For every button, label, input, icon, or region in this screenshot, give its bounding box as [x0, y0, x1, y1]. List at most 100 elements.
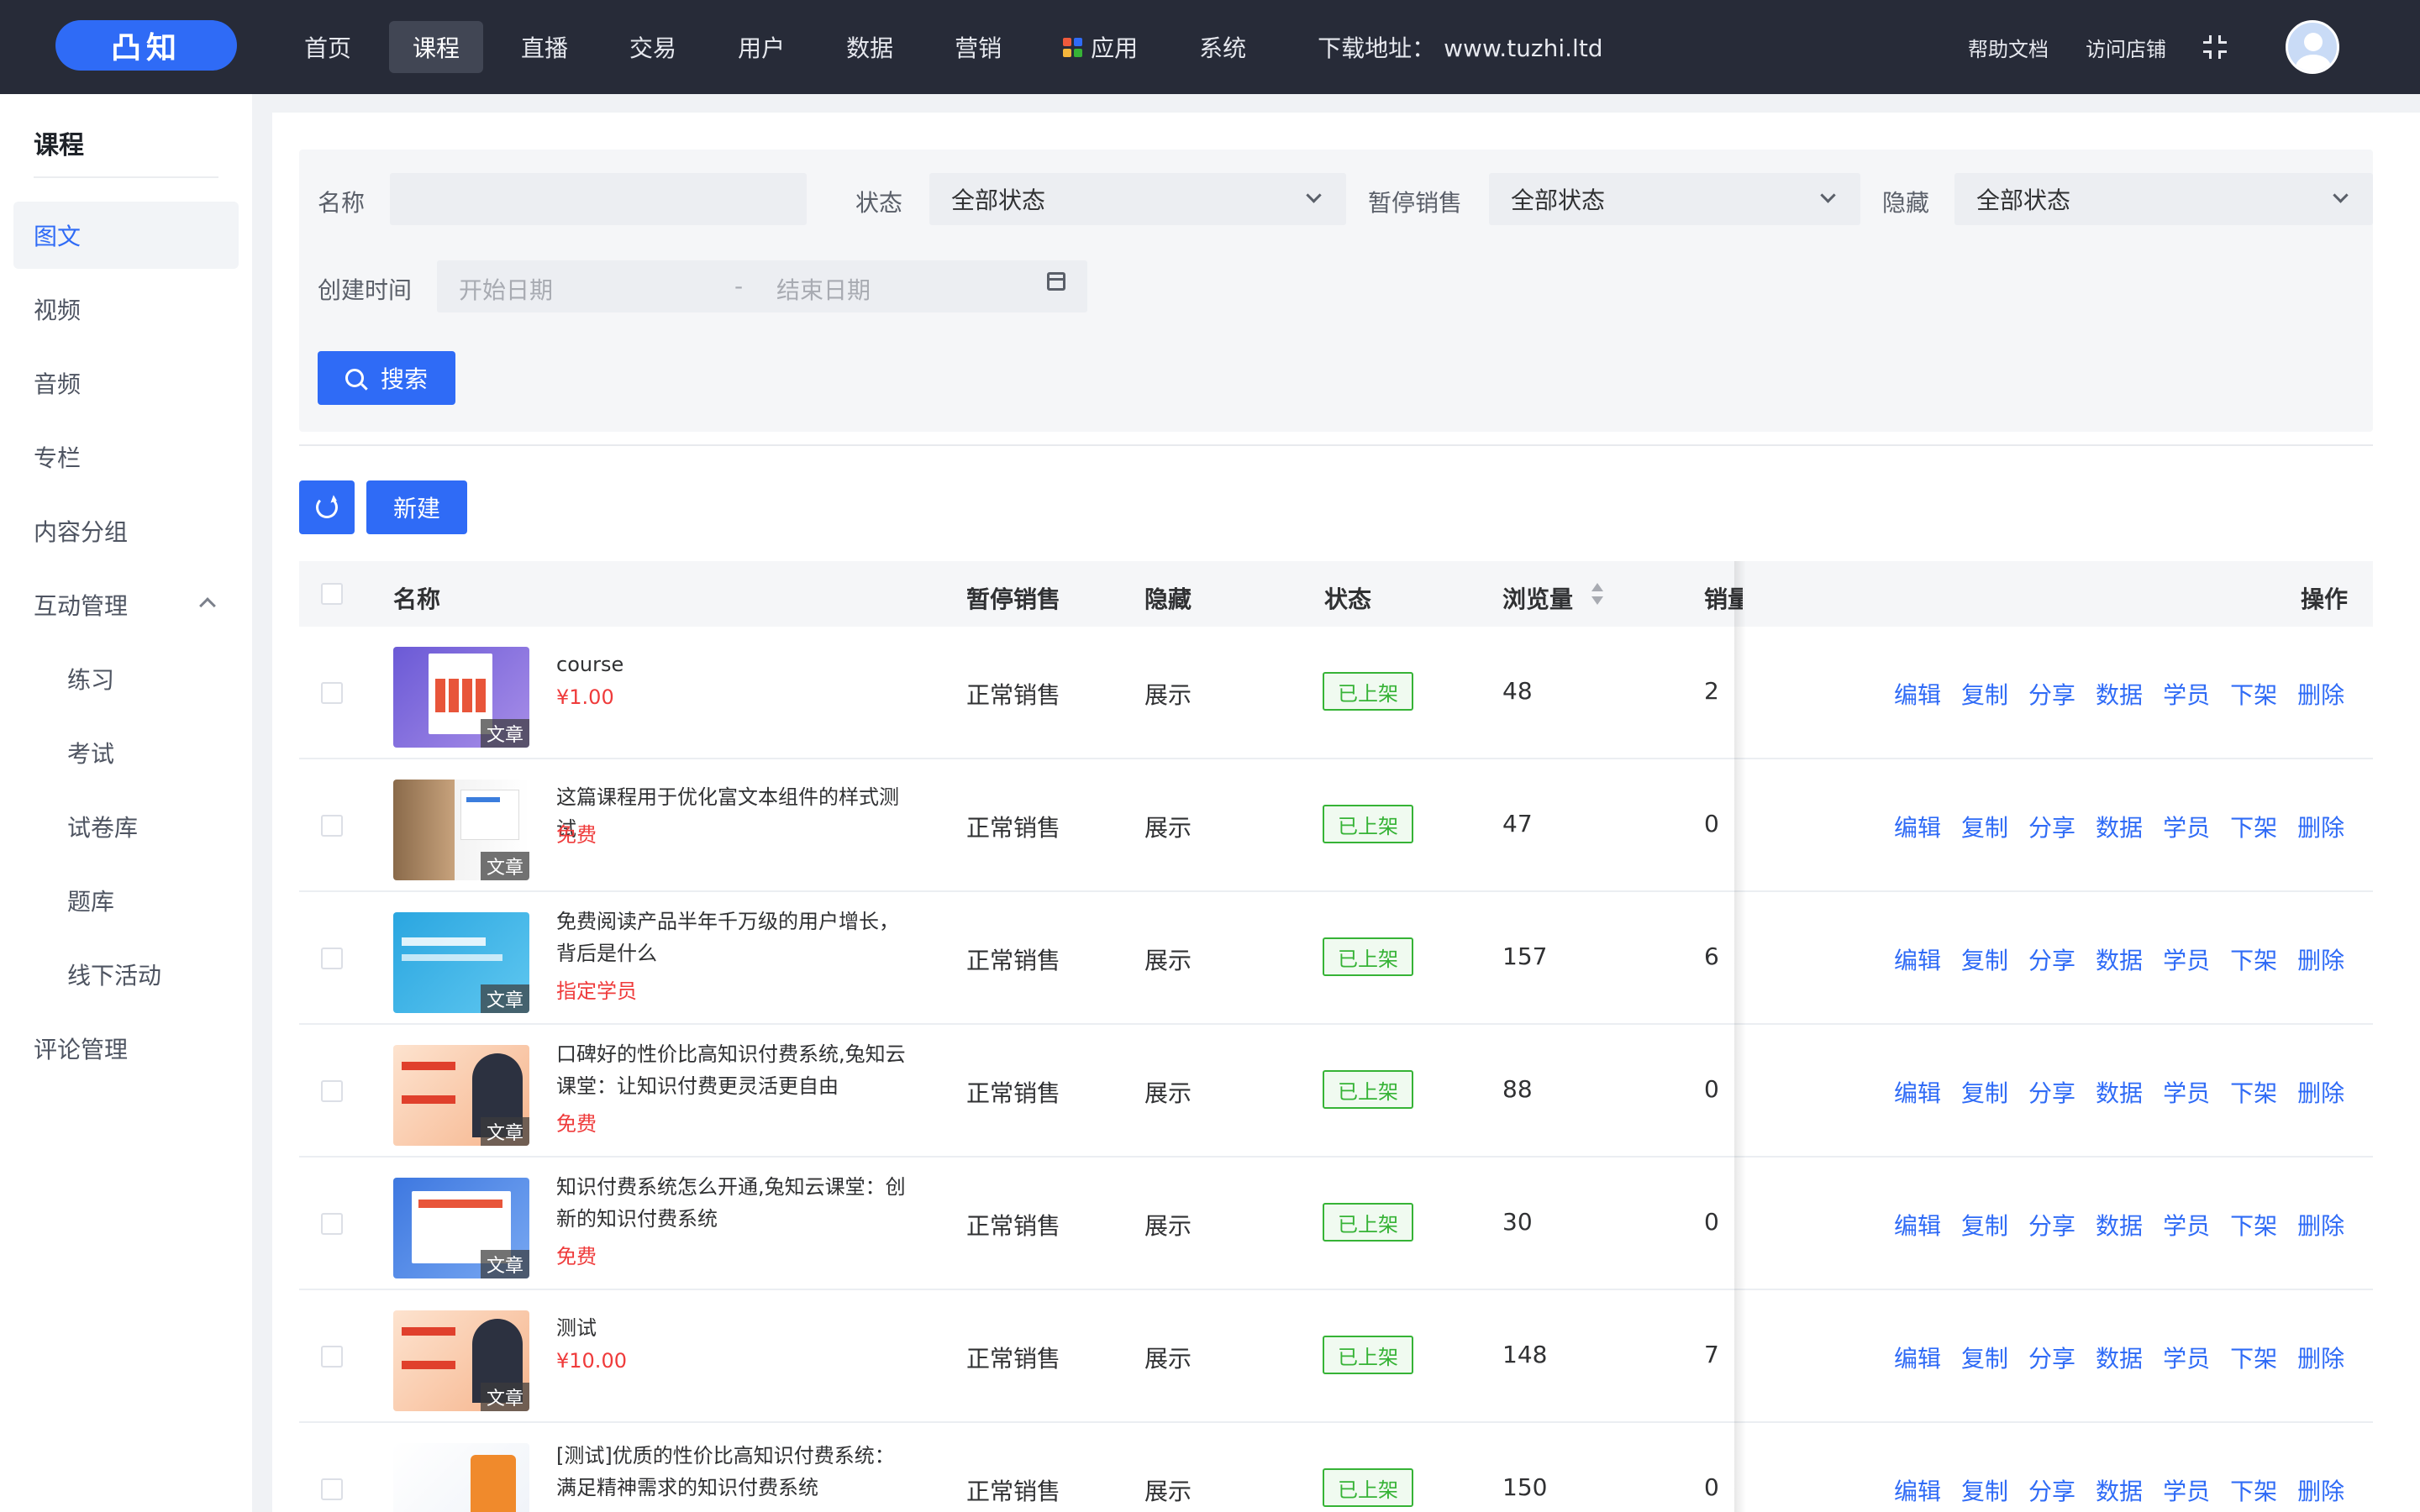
- edit-action[interactable]: 编辑: [1894, 810, 1941, 843]
- nav-item-home[interactable]: 首页: [281, 21, 375, 73]
- edit-action[interactable]: 编辑: [1894, 1341, 1941, 1374]
- data-action[interactable]: 数据: [2096, 810, 2143, 843]
- new-button[interactable]: 新建: [366, 480, 467, 534]
- share-action[interactable]: 分享: [2028, 1075, 2075, 1109]
- data-action[interactable]: 数据: [2096, 942, 2143, 976]
- end-date-placeholder[interactable]: 结束日期: [776, 272, 871, 306]
- course-title[interactable]: 这篇课程用于优化富文本组件的样式测试: [556, 781, 909, 845]
- edit-action[interactable]: 编辑: [1894, 942, 1941, 976]
- sidebar-item-offline-events[interactable]: 线下活动: [13, 941, 239, 1008]
- brand-logo[interactable]: 凸知: [55, 20, 237, 71]
- course-thumbnail[interactable]: 文章: [393, 1045, 529, 1146]
- share-action[interactable]: 分享: [2028, 1341, 2075, 1374]
- sidebar-item-exercises[interactable]: 练习: [13, 645, 239, 712]
- copy-action[interactable]: 复制: [1961, 942, 2008, 976]
- delete-action[interactable]: 删除: [2297, 810, 2344, 843]
- user-avatar[interactable]: [2286, 20, 2339, 74]
- row-checkbox[interactable]: [321, 948, 343, 969]
- edit-action[interactable]: 编辑: [1894, 1075, 1941, 1109]
- sidebar-item-videos[interactable]: 视频: [13, 276, 239, 343]
- data-action[interactable]: 数据: [2096, 677, 2143, 711]
- fullscreen-icon[interactable]: [2203, 35, 2227, 59]
- unpublish-action[interactable]: 下架: [2230, 810, 2277, 843]
- data-action[interactable]: 数据: [2096, 1473, 2143, 1507]
- select-all-checkbox[interactable]: [321, 583, 343, 605]
- course-title[interactable]: [测试]优质的性价比高知识付费系统：满足精神需求的知识付费系统: [556, 1440, 909, 1504]
- unpublish-action[interactable]: 下架: [2230, 677, 2277, 711]
- students-action[interactable]: 学员: [2163, 1473, 2210, 1507]
- copy-action[interactable]: 复制: [1961, 677, 2008, 711]
- nav-item-apps[interactable]: 应用: [1039, 21, 1161, 73]
- nav-item-courses[interactable]: 课程: [389, 21, 484, 73]
- sidebar-item-content-groups[interactable]: 内容分组: [13, 497, 239, 564]
- row-checkbox[interactable]: [321, 1213, 343, 1235]
- nav-item-data[interactable]: 数据: [823, 21, 917, 73]
- status-filter-select[interactable]: 全部状态: [929, 173, 1346, 225]
- unpublish-action[interactable]: 下架: [2230, 1075, 2277, 1109]
- course-title[interactable]: 免费阅读产品半年千万级的用户增长，背后是什么: [556, 906, 909, 969]
- students-action[interactable]: 学员: [2163, 677, 2210, 711]
- copy-action[interactable]: 复制: [1961, 1075, 2008, 1109]
- row-checkbox[interactable]: [321, 1478, 343, 1500]
- nav-item-users[interactable]: 用户: [714, 21, 808, 73]
- course-thumbnail[interactable]: 文章: [393, 1443, 529, 1512]
- copy-action[interactable]: 复制: [1961, 1341, 2008, 1374]
- refresh-button[interactable]: [299, 480, 355, 534]
- students-action[interactable]: 学员: [2163, 1075, 2210, 1109]
- students-action[interactable]: 学员: [2163, 1208, 2210, 1242]
- date-range-picker[interactable]: 开始日期 - 结束日期: [437, 260, 1087, 312]
- delete-action[interactable]: 删除: [2297, 677, 2344, 711]
- course-thumbnail[interactable]: 文章: [393, 1310, 529, 1411]
- unpublish-action[interactable]: 下架: [2230, 1473, 2277, 1507]
- copy-action[interactable]: 复制: [1961, 810, 2008, 843]
- row-checkbox[interactable]: [321, 1080, 343, 1102]
- copy-action[interactable]: 复制: [1961, 1473, 2008, 1507]
- sidebar-item-articles[interactable]: 图文: [13, 202, 239, 269]
- share-action[interactable]: 分享: [2028, 1473, 2075, 1507]
- sidebar-item-audio[interactable]: 音频: [13, 349, 239, 417]
- unpublish-action[interactable]: 下架: [2230, 942, 2277, 976]
- data-action[interactable]: 数据: [2096, 1341, 2143, 1374]
- course-title[interactable]: 口碑好的性价比高知识付费系统,兔知云课堂：让知识付费更灵活更自由: [556, 1038, 909, 1102]
- sidebar-item-interaction[interactable]: 互动管理: [13, 571, 239, 638]
- start-date-placeholder[interactable]: 开始日期: [459, 272, 553, 306]
- row-checkbox[interactable]: [321, 1346, 343, 1368]
- delete-action[interactable]: 删除: [2297, 1473, 2344, 1507]
- nav-item-marketing[interactable]: 营销: [931, 21, 1025, 73]
- edit-action[interactable]: 编辑: [1894, 677, 1941, 711]
- course-title[interactable]: course: [556, 648, 909, 680]
- data-action[interactable]: 数据: [2096, 1075, 2143, 1109]
- share-action[interactable]: 分享: [2028, 677, 2075, 711]
- course-thumbnail[interactable]: 文章: [393, 647, 529, 748]
- course-thumbnail[interactable]: 文章: [393, 1178, 529, 1278]
- sort-icon[interactable]: [1591, 583, 1603, 606]
- visit-store-link[interactable]: 访问店铺: [2086, 33, 2166, 62]
- unpublish-action[interactable]: 下架: [2230, 1208, 2277, 1242]
- unpublish-action[interactable]: 下架: [2230, 1341, 2277, 1374]
- students-action[interactable]: 学员: [2163, 942, 2210, 976]
- course-thumbnail[interactable]: 文章: [393, 912, 529, 1013]
- sidebar-item-columns[interactable]: 专栏: [13, 423, 239, 491]
- course-title[interactable]: 测试: [556, 1312, 909, 1344]
- row-checkbox[interactable]: [321, 815, 343, 837]
- row-checkbox[interactable]: [321, 682, 343, 704]
- sidebar-item-question-bank[interactable]: 题库: [13, 867, 239, 934]
- download-url[interactable]: www.tuzhi.ltd: [1444, 34, 1602, 62]
- delete-action[interactable]: 删除: [2297, 1208, 2344, 1242]
- edit-action[interactable]: 编辑: [1894, 1208, 1941, 1242]
- course-thumbnail[interactable]: 文章: [393, 780, 529, 880]
- share-action[interactable]: 分享: [2028, 1208, 2075, 1242]
- students-action[interactable]: 学员: [2163, 1341, 2210, 1374]
- delete-action[interactable]: 删除: [2297, 1075, 2344, 1109]
- edit-action[interactable]: 编辑: [1894, 1473, 1941, 1507]
- data-action[interactable]: 数据: [2096, 1208, 2143, 1242]
- sidebar-item-exams[interactable]: 考试: [13, 719, 239, 786]
- delete-action[interactable]: 删除: [2297, 1341, 2344, 1374]
- col-views[interactable]: 浏览量: [1502, 581, 1573, 615]
- share-action[interactable]: 分享: [2028, 810, 2075, 843]
- nav-item-system[interactable]: 系统: [1176, 21, 1270, 73]
- nav-item-live[interactable]: 直播: [497, 21, 592, 73]
- students-action[interactable]: 学员: [2163, 810, 2210, 843]
- hidden-filter-select[interactable]: 全部状态: [1954, 173, 2373, 225]
- nav-item-trade[interactable]: 交易: [606, 21, 700, 73]
